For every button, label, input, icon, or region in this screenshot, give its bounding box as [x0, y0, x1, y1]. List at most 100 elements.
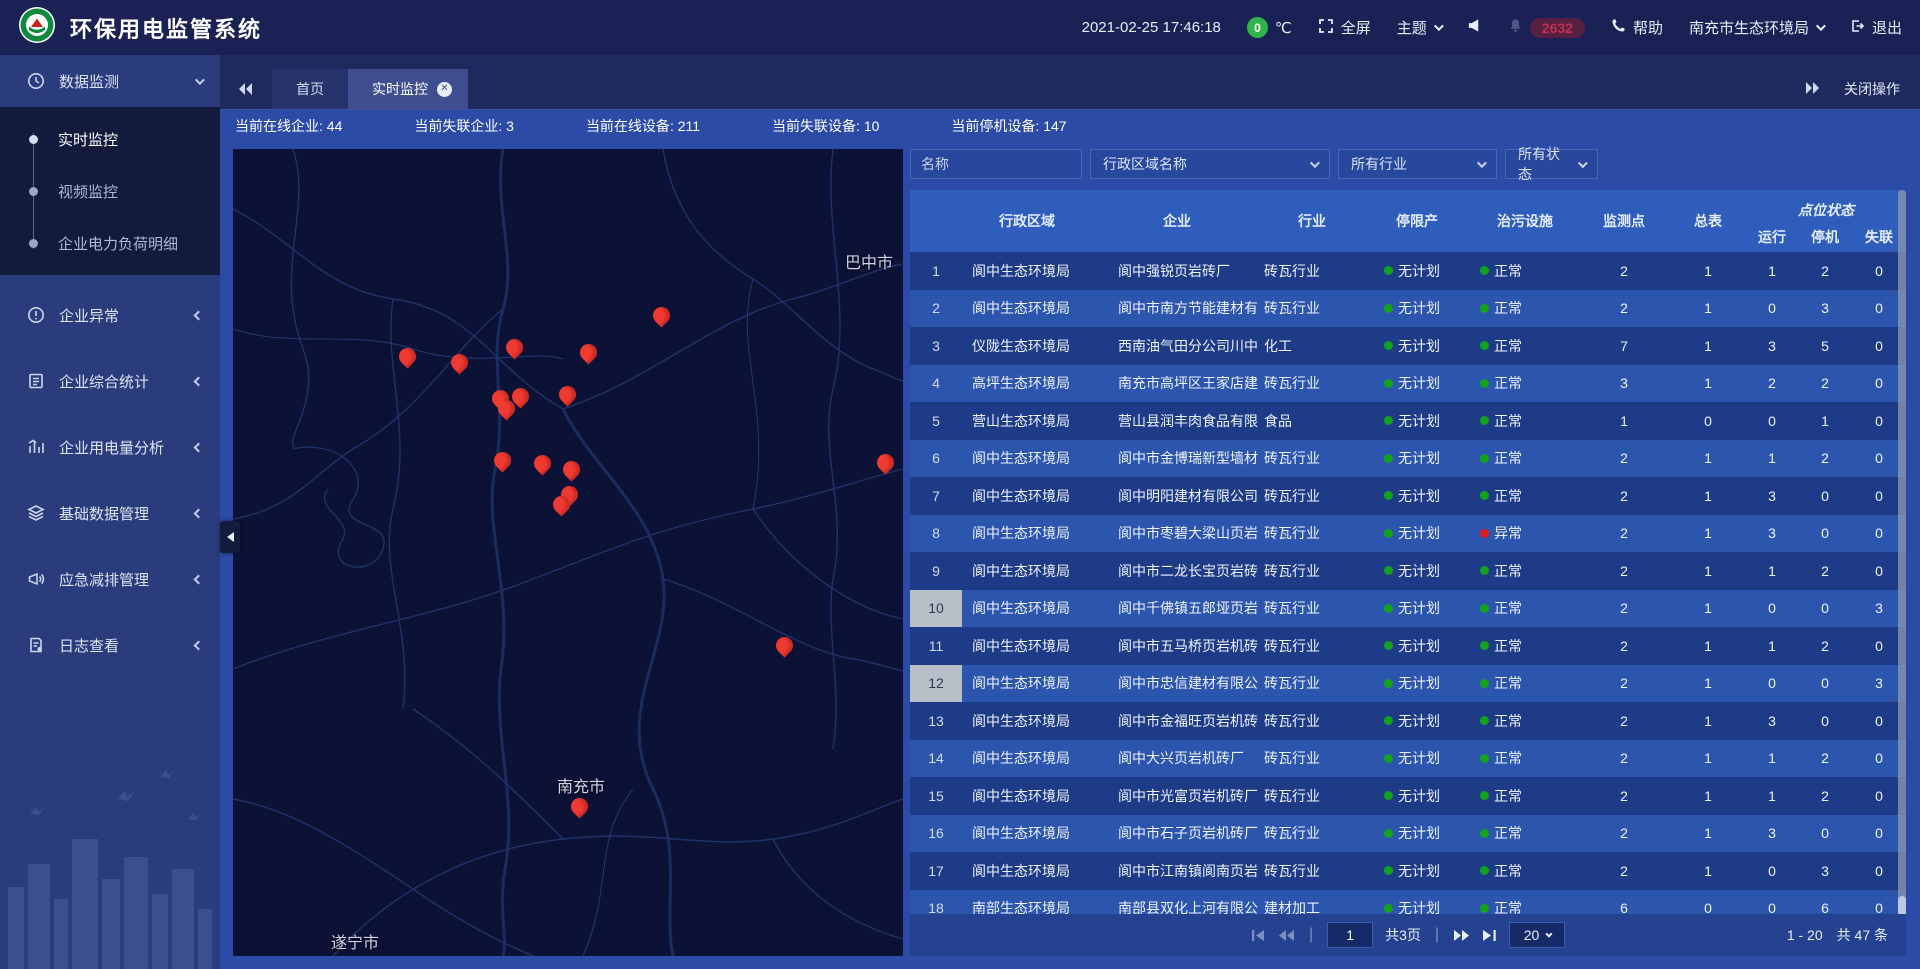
cell-total-meters: 1: [1670, 440, 1746, 478]
cell-production-limit: 无计划: [1362, 665, 1472, 703]
temperature-unit: ℃: [1275, 19, 1292, 37]
chevron-down-icon: [1546, 930, 1553, 937]
row-index: 15: [910, 777, 962, 815]
table-row[interactable]: 5营山生态环境局营山县润丰肉食品有限食品无计划正常10010: [910, 402, 1906, 440]
table-row[interactable]: 6阆中生态环境局阆中市金博瑞新型墙材砖瓦行业无计划正常21120: [910, 440, 1906, 478]
datetime: 2021-02-25 17:46:18: [1082, 19, 1221, 36]
cell-monitor-points: 2: [1578, 440, 1670, 478]
cell-pollution-facility: 正常: [1472, 627, 1578, 665]
prev-page-button[interactable]: [1278, 929, 1295, 942]
theme-dropdown[interactable]: 主题: [1397, 17, 1441, 38]
status-select[interactable]: 所有状态: [1505, 149, 1598, 179]
cell-region: 阆中生态环境局: [962, 515, 1092, 553]
notifications[interactable]: 2632: [1508, 18, 1585, 38]
cell-stopped: 3: [1798, 290, 1852, 328]
cell-company: 阆中市金博瑞新型墙材: [1092, 440, 1262, 478]
table-row[interactable]: 8阆中生态环境局阆中市枣碧大梁山页岩砖瓦行业无计划异常21300: [910, 515, 1906, 553]
sidebar-item-enterprise-abnormal[interactable]: 企业异常: [0, 289, 220, 341]
cell-company: 西南油气田分公司川中: [1092, 327, 1262, 365]
last-page-button[interactable]: [1482, 929, 1497, 942]
table-row[interactable]: 17阆中生态环境局阆中市江南镇阆南页岩砖瓦行业无计划正常21030: [910, 852, 1906, 890]
row-index: 9: [910, 552, 962, 590]
table-row[interactable]: 14阆中生态环境局阆中大兴页岩机砖厂砖瓦行业无计划正常21120: [910, 740, 1906, 778]
table-row[interactable]: 18南部生态环境局南部县双化上河有限公建材加工无计划正常60060: [910, 890, 1906, 915]
city-skyline-decoration: [0, 759, 220, 969]
sidebar-item-emergency-reduction[interactable]: 应急减排管理: [0, 553, 220, 605]
table-row[interactable]: 4高坪生态环境局南充市高坪区王家店建砖瓦行业无计划正常31220: [910, 365, 1906, 403]
sidebar-item-base-data[interactable]: 基础数据管理: [0, 487, 220, 539]
cell-total-meters: 1: [1670, 590, 1746, 628]
table-row[interactable]: 15阆中生态环境局阆中市光富页岩机砖厂砖瓦行业无计划正常21120: [910, 777, 1906, 815]
cell-monitor-points: 2: [1578, 627, 1670, 665]
cell-region: 阆中生态环境局: [962, 252, 1092, 290]
table-row[interactable]: 2阆中生态环境局阆中市南方节能建材有砖瓦行业无计划正常21030: [910, 290, 1906, 328]
cell-company: 阆中大兴页岩机砖厂: [1092, 740, 1262, 778]
tabs-scroll-left-button[interactable]: [220, 69, 272, 109]
table-row[interactable]: 13阆中生态环境局阆中市金福旺页岩机砖砖瓦行业无计划正常21300: [910, 702, 1906, 740]
cell-production-limit: 无计划: [1362, 365, 1472, 403]
cell-stopped: 2: [1798, 777, 1852, 815]
cell-monitor-points: 3: [1578, 365, 1670, 403]
region-select[interactable]: 行政区域名称: [1090, 149, 1330, 179]
sidebar-item-power-analysis[interactable]: 企业用电量分析: [0, 421, 220, 473]
close-operations-button[interactable]: 关闭操作: [1844, 79, 1900, 99]
fullscreen-button[interactable]: 全屏: [1318, 17, 1371, 38]
page-number-input[interactable]: [1327, 922, 1373, 948]
map-panel[interactable]: 巴中市南充市遂宁市: [233, 149, 903, 956]
table-row[interactable]: 3仪陇生态环境局西南油气田分公司川中化工无计划正常71350: [910, 327, 1906, 365]
table-row[interactable]: 7阆中生态环境局阆中明阳建材有限公司砖瓦行业无计划正常21300: [910, 477, 1906, 515]
user-org-dropdown[interactable]: 南充市生态环境局: [1689, 17, 1823, 38]
cell-production-limit: 无计划: [1362, 890, 1472, 915]
table-row[interactable]: 11阆中生态环境局阆中市五马桥页岩机砖砖瓦行业无计划正常21120: [910, 627, 1906, 665]
mute-button[interactable]: [1467, 18, 1482, 37]
tab-close-icon[interactable]: ✕: [437, 82, 452, 97]
stat-stopped-devices: 当前停机设备: 147: [951, 116, 1066, 136]
cell-industry: 砖瓦行业: [1262, 852, 1362, 890]
fullscreen-icon: [1318, 18, 1334, 38]
table-row[interactable]: 9阆中生态环境局阆中市二龙长宝页岩砖砖瓦行业无计划正常21120: [910, 552, 1906, 590]
page-size-select[interactable]: 20: [1509, 922, 1565, 948]
cell-pollution-facility: 正常: [1472, 590, 1578, 628]
sidebar-item-video-monitoring[interactable]: 视频监控: [0, 165, 220, 217]
name-search-input[interactable]: [910, 149, 1082, 179]
chevron-left-icon: [194, 508, 204, 518]
logout-button[interactable]: 退出: [1849, 17, 1902, 38]
cell-monitor-points: 2: [1578, 740, 1670, 778]
table-scrollbar[interactable]: [1898, 190, 1906, 956]
help-button[interactable]: 帮助: [1611, 17, 1663, 38]
cell-stopped: 0: [1798, 665, 1852, 703]
next-page-button[interactable]: [1453, 929, 1470, 942]
cell-industry: 砖瓦行业: [1262, 777, 1362, 815]
status-ok-dot: [1480, 266, 1489, 275]
chevron-down-icon: [1477, 158, 1487, 168]
cell-pollution-facility: 正常: [1472, 777, 1578, 815]
col-stopped: 停机: [1798, 221, 1852, 252]
tab-home[interactable]: 首页: [272, 69, 348, 109]
cell-stopped: 3: [1798, 852, 1852, 890]
table-row[interactable]: 1阆中生态环境局阆中强锐页岩砖厂砖瓦行业无计划正常21120: [910, 252, 1906, 290]
cell-pollution-facility: 正常: [1472, 740, 1578, 778]
status-ok-dot: [1384, 791, 1393, 800]
cell-total-meters: 1: [1670, 552, 1746, 590]
map-roads: [233, 149, 903, 956]
first-page-button[interactable]: [1251, 929, 1266, 942]
sidebar-collapse-button[interactable]: [220, 521, 240, 553]
industry-select[interactable]: 所有行业: [1338, 149, 1497, 179]
chevron-left-icon: [194, 310, 204, 320]
sidebar-item-log-view[interactable]: 日志查看: [0, 619, 220, 671]
cell-monitor-points: 2: [1578, 252, 1670, 290]
sidebar-item-realtime-monitoring[interactable]: 实时监控: [0, 113, 220, 165]
tabs-scroll-right-button[interactable]: [1786, 77, 1838, 99]
table-row[interactable]: 10阆中生态环境局阆中千佛镇五郎垭页岩砖瓦行业无计划正常21003: [910, 590, 1906, 628]
cell-production-limit: 无计划: [1362, 852, 1472, 890]
sidebar: 数据监测 实时监控 视频监控 企业电力负荷明细: [0, 55, 220, 969]
sidebar-item-power-load-detail[interactable]: 企业电力负荷明细: [0, 217, 220, 269]
sidebar-item-data-monitoring[interactable]: 数据监测: [0, 55, 220, 107]
table-row[interactable]: 16阆中生态环境局阆中市石子页岩机砖厂砖瓦行业无计划正常21300: [910, 815, 1906, 853]
sidebar-item-enterprise-statistics[interactable]: 企业综合统计: [0, 355, 220, 407]
cell-production-limit: 无计划: [1362, 290, 1472, 328]
tab-realtime-monitoring[interactable]: 实时监控 ✕: [348, 69, 468, 109]
pager-divider: |: [1309, 926, 1313, 944]
cell-running: 3: [1746, 702, 1798, 740]
table-row[interactable]: 12阆中生态环境局阆中市忠信建材有限公砖瓦行业无计划正常21003: [910, 665, 1906, 703]
